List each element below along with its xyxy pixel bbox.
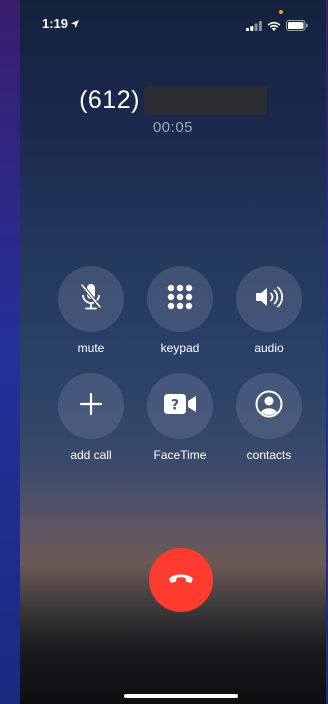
device-frame: 1:19 (612) 00:05 mute keypad audio add c… [0, 0, 328, 704]
audio-button-circle[interactable] [236, 266, 302, 332]
keypad-grid-icon [167, 284, 193, 315]
keypad-label: keypad [160, 341, 200, 355]
audio-label: audio [254, 341, 284, 355]
caller-info: (612) 00:05 [20, 86, 326, 136]
facetime-button[interactable]: ? FaceTime [147, 373, 213, 462]
battery-icon [286, 18, 308, 36]
keypad-button[interactable]: keypad [147, 266, 213, 355]
mute-button-circle[interactable] [58, 266, 124, 332]
audio-button[interactable]: audio [236, 266, 302, 355]
call-duration: 00:05 [152, 119, 194, 136]
status-time-text: 1:19 [42, 16, 69, 31]
wifi-icon [267, 18, 281, 36]
status-icons [246, 18, 308, 36]
facetime-button-circle[interactable]: ? [147, 373, 213, 439]
person-circle-icon [255, 390, 283, 423]
facetime-label: FaceTime [153, 448, 207, 462]
contacts-label: contacts [246, 448, 292, 462]
mute-label: mute [77, 341, 105, 355]
keypad-button-circle[interactable] [147, 266, 213, 332]
cellular-signal-icon [246, 18, 262, 36]
add-call-button[interactable]: add call [58, 373, 124, 462]
location-arrow-icon [71, 16, 80, 31]
call-controls: mute keypad audio add call ? FaceTime co… [58, 266, 302, 462]
phone-hangup-icon [167, 571, 195, 590]
caller-number: (612) [79, 86, 140, 114]
contacts-button[interactable]: contacts [236, 373, 302, 462]
facetime-video-icon: ? [163, 393, 197, 420]
plus-icon [79, 392, 103, 421]
status-bar: 1:19 [20, 14, 326, 34]
microphone-slash-icon [78, 282, 104, 317]
in-call-screen: 1:19 (612) 00:05 mute keypad audio add c… [20, 0, 326, 704]
caller-number-row: (612) [20, 86, 326, 115]
svg-text:?: ? [171, 397, 179, 413]
contacts-button-circle[interactable] [236, 373, 302, 439]
mic-in-use-indicator [279, 10, 283, 14]
status-time: 1:19 [42, 16, 80, 31]
speaker-icon [254, 285, 284, 314]
home-indicator[interactable] [124, 694, 238, 698]
end-call-button[interactable] [149, 548, 213, 612]
redacted-number-block [143, 86, 267, 115]
add-call-label: add call [70, 448, 112, 462]
mute-button[interactable]: mute [58, 266, 124, 355]
add-call-button-circle[interactable] [58, 373, 124, 439]
